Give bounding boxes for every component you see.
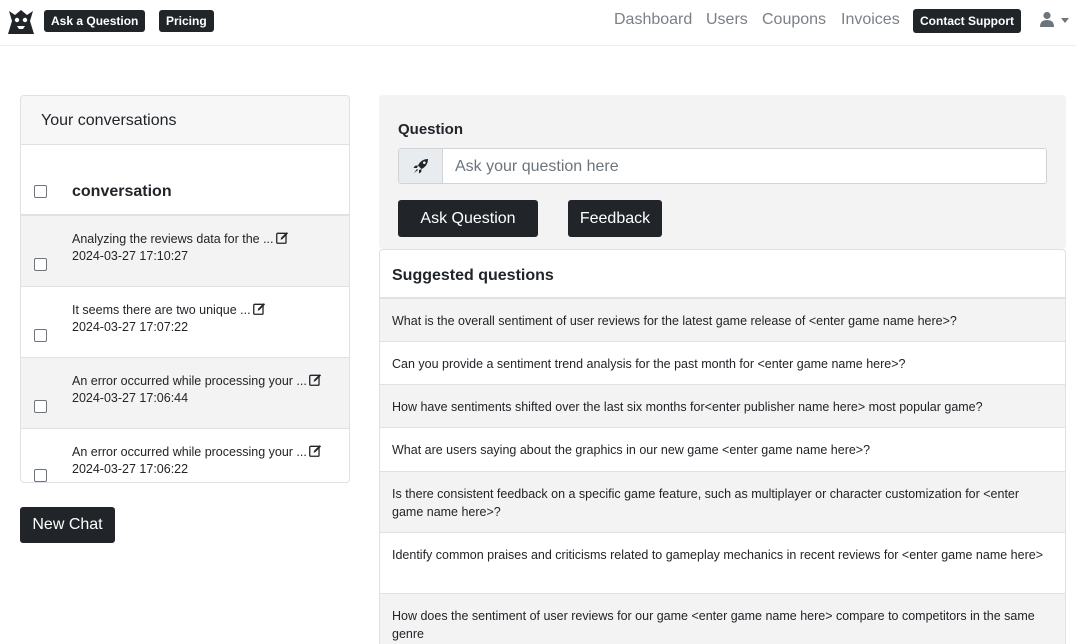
edit-icon[interactable]: [308, 373, 322, 386]
suggested-questions-panel: Suggested questions What is the overall …: [379, 249, 1066, 644]
edit-icon[interactable]: [252, 302, 266, 315]
suggested-question-item[interactable]: What are users saying about the graphics…: [380, 428, 1065, 472]
suggested-question-item[interactable]: Is there consistent feedback on a specif…: [380, 472, 1065, 533]
rocket-icon: [413, 159, 428, 174]
user-icon[interactable]: [1039, 11, 1055, 27]
suggested-question-item[interactable]: Can you provide a sentiment trend analys…: [380, 342, 1065, 385]
chevron-down-icon[interactable]: [1061, 18, 1069, 23]
new-chat-button[interactable]: New Chat: [20, 507, 115, 543]
conversation-checkbox[interactable]: [34, 469, 47, 482]
suggested-question-item[interactable]: Identify common praises and criticisms r…: [380, 533, 1065, 594]
conversation-checkbox[interactable]: [34, 258, 47, 271]
conversation-checkbox[interactable]: [34, 329, 47, 342]
suggested-question-item[interactable]: How have sentiments shifted over the las…: [380, 385, 1065, 428]
conversation-title[interactable]: It seems there are two unique ...: [72, 303, 251, 317]
conversation-timestamp: 2024-03-27 17:06:22: [72, 462, 189, 476]
edit-icon[interactable]: [275, 231, 289, 244]
conversation-checkbox[interactable]: [34, 400, 47, 413]
conversations-panel: Your conversations conversation Analyzin…: [20, 95, 350, 483]
question-input[interactable]: Ask your question here: [455, 158, 619, 176]
bat-logo-icon[interactable]: [6, 7, 36, 35]
suggested-questions-title: Suggested questions: [380, 250, 1065, 299]
nav-link-coupons[interactable]: Coupons: [762, 11, 826, 29]
nav-link-dashboard[interactable]: Dashboard: [614, 11, 692, 29]
conversations-column-header: conversation: [21, 145, 349, 216]
conversation-title[interactable]: An error occurred while processing your …: [72, 374, 307, 388]
feedback-button[interactable]: Feedback: [568, 200, 662, 237]
question-input-group[interactable]: Ask your question here: [398, 148, 1047, 184]
conversation-timestamp: 2024-03-27 17:10:27: [72, 249, 189, 263]
edit-icon[interactable]: [308, 444, 322, 457]
conversation-column-label: conversation: [72, 183, 172, 200]
contact-support-button[interactable]: Contact Support: [913, 9, 1021, 33]
select-all-checkbox[interactable]: [34, 185, 47, 198]
question-label: Question: [398, 121, 464, 138]
nav-link-invoices[interactable]: Invoices: [841, 11, 900, 29]
conversation-row[interactable]: Analyzing the reviews data for the ... 2…: [21, 216, 349, 287]
suggested-question-item[interactable]: How does the sentiment of user reviews f…: [380, 594, 1065, 644]
top-navbar: Ask a Question Pricing Dashboard Users C…: [0, 0, 1076, 46]
conversation-row[interactable]: It seems there are two unique ... 2024-0…: [21, 287, 349, 358]
nav-link-users[interactable]: Users: [706, 11, 748, 29]
conversation-timestamp: 2024-03-27 17:07:22: [72, 320, 189, 334]
conversation-row[interactable]: An error occurred while processing your …: [21, 429, 349, 482]
suggested-question-item[interactable]: What is the overall sentiment of user re…: [380, 299, 1065, 342]
ask-question-button[interactable]: Ask Question: [398, 200, 538, 237]
conversation-row[interactable]: An error occurred while processing your …: [21, 358, 349, 429]
question-panel: Question Ask your question here Ask Ques…: [379, 95, 1066, 249]
conversation-title[interactable]: An error occurred while processing your …: [72, 445, 307, 459]
conversations-header: Your conversations: [21, 96, 349, 145]
pricing-button[interactable]: Pricing: [159, 10, 214, 32]
conversation-title[interactable]: Analyzing the reviews data for the ...: [72, 232, 274, 246]
conversation-timestamp: 2024-03-27 17:06:44: [72, 391, 189, 405]
ask-a-question-button[interactable]: Ask a Question: [44, 10, 146, 32]
